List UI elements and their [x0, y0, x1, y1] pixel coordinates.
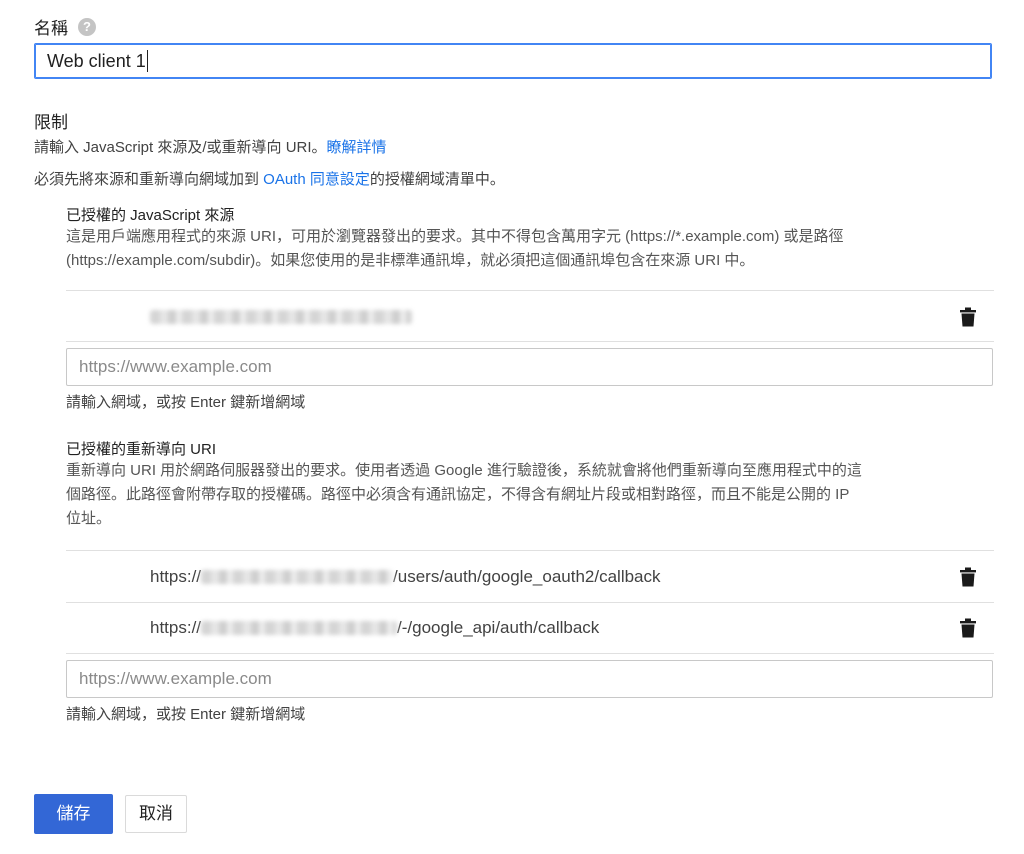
- redirect-uris-desc-line2: 個路徑。此路徑會附帶存取的授權碼。路徑中必須含有通訊協定，不得含有網址片段或相對…: [66, 486, 850, 503]
- restrictions-line2-suffix: 的授權網域清單中。: [369, 171, 505, 188]
- redirect-uri: https:// /-/google_api/auth/callback: [150, 603, 599, 653]
- js-origin-hint: 請輸入網域，或按 Enter 鍵新增網域: [66, 394, 306, 411]
- trash-icon[interactable]: [960, 307, 976, 327]
- learn-more-link[interactable]: 瞭解詳情: [327, 139, 387, 156]
- trash-icon[interactable]: [960, 567, 976, 587]
- oauth-consent-link[interactable]: OAuth 同意設定: [263, 171, 370, 188]
- redirect-uri: https:// /users/auth/google_oauth2/callba…: [150, 552, 661, 602]
- name-label-text: 名稱: [34, 19, 68, 38]
- restrictions-line1-text: 請輸入 JavaScript 來源及/或重新導向 URI。: [34, 139, 327, 156]
- name-input-value: Web client 1: [47, 51, 146, 71]
- redirect-uri-row: https:// /-/google_api/auth/callback: [66, 603, 994, 653]
- name-input[interactable]: Web client 1: [34, 43, 992, 79]
- redirect-uri-prefix: https://: [150, 567, 202, 586]
- name-field-label: 名稱 ?: [34, 14, 96, 39]
- save-button[interactable]: 儲存: [34, 794, 113, 834]
- divider: [66, 550, 994, 551]
- redirect-uri-input[interactable]: [66, 660, 993, 698]
- js-origin-uri: [150, 292, 412, 342]
- redirect-uri-hint: 請輸入網域，或按 Enter 鍵新增網域: [66, 706, 306, 723]
- js-origins-desc: 這是用戶端應用程式的來源 URI，可用於瀏覽器發出的要求。其中不得包含萬用字元 …: [66, 225, 996, 273]
- restrictions-desc-line1: 請輸入 JavaScript 來源及/或重新導向 URI。瞭解詳情: [34, 136, 387, 157]
- divider: [66, 290, 994, 291]
- cancel-button[interactable]: 取消: [125, 795, 187, 833]
- redirect-uri-suffix: /users/auth/google_oauth2/callback: [393, 567, 661, 586]
- redacted-text: [201, 570, 394, 584]
- redirect-uris-desc-line1: 重新導向 URI 用於網路伺服器發出的要求。使用者透過 Google 進行驗證後…: [66, 462, 862, 479]
- redirect-uris-desc: 重新導向 URI 用於網路伺服器發出的要求。使用者透過 Google 進行驗證後…: [66, 459, 996, 531]
- restrictions-desc-line2: 必須先將來源和重新導向網域加到 OAuth 同意設定的授權網域清單中。: [34, 168, 505, 189]
- restrictions-title: 限制: [34, 113, 68, 132]
- js-origins-title: 已授權的 JavaScript 來源: [66, 207, 235, 224]
- js-origins-desc-line1: 這是用戶端應用程式的來源 URI，可用於瀏覽器發出的要求。其中不得包含萬用字元 …: [66, 228, 844, 245]
- redirect-uris-desc-line3: 位址。: [66, 510, 112, 527]
- redacted-text: [150, 310, 412, 324]
- redirect-uri-suffix: /-/google_api/auth/callback: [397, 618, 600, 637]
- js-origins-desc-line2: (https://example.com/subdir)。如果您使用的是非標準通…: [66, 252, 755, 269]
- js-origin-input[interactable]: [66, 348, 993, 386]
- text-caret: [146, 50, 148, 72]
- redirect-uri-row: https:// /users/auth/google_oauth2/callba…: [66, 552, 994, 602]
- redacted-text: [201, 621, 398, 635]
- redirect-uri-prefix: https://: [150, 618, 202, 637]
- help-circle-icon[interactable]: ?: [78, 17, 96, 36]
- trash-icon[interactable]: [960, 618, 976, 638]
- divider: [66, 341, 994, 342]
- js-origin-row: [66, 292, 994, 342]
- redirect-uris-title: 已授權的重新導向 URI: [66, 441, 217, 458]
- restrictions-line2-prefix: 必須先將來源和重新導向網域加到: [34, 171, 264, 188]
- divider: [66, 653, 994, 654]
